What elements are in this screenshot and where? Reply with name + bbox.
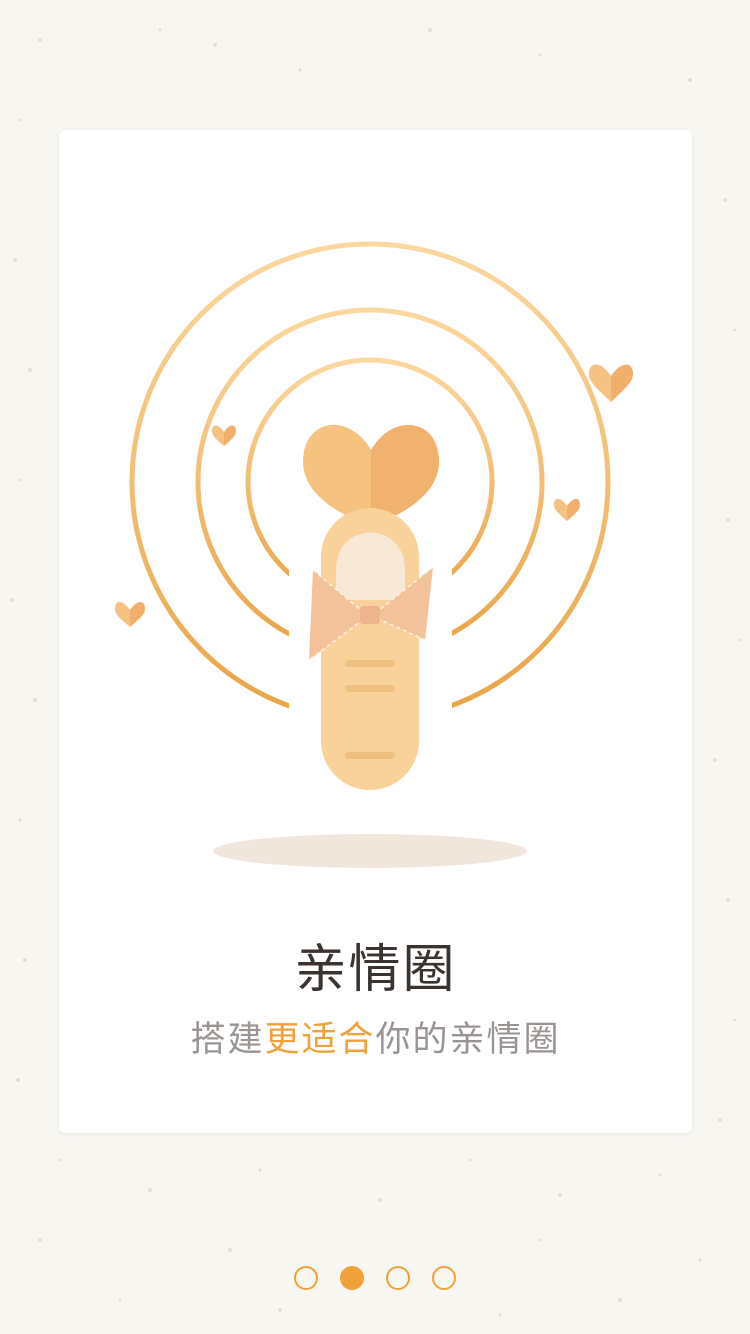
heart-icon [554, 498, 580, 521]
heart-icon [115, 601, 145, 627]
page-title: 亲情圈 [294, 940, 457, 1000]
subtitle-highlight: 更适合 [264, 1020, 376, 1060]
onboarding-card: 亲情圈 搭建更适合你的亲情圈 [59, 130, 692, 1133]
finger-with-heart-and-bow-icon [115, 241, 633, 868]
heart-icon [212, 425, 236, 446]
page-dot-1[interactable] [294, 1266, 318, 1290]
page-subtitle: 搭建更适合你的亲情圈 [59, 1014, 692, 1066]
page-dot-2[interactable] [340, 1266, 364, 1290]
page-indicator [0, 1266, 750, 1290]
subtitle-text-end: 你的亲情圈 [375, 1020, 561, 1060]
page-dot-4[interactable] [432, 1266, 456, 1290]
page-dot-3[interactable] [386, 1266, 410, 1290]
subtitle-text-start: 搭建 [190, 1020, 265, 1060]
heart-icon [589, 364, 633, 402]
